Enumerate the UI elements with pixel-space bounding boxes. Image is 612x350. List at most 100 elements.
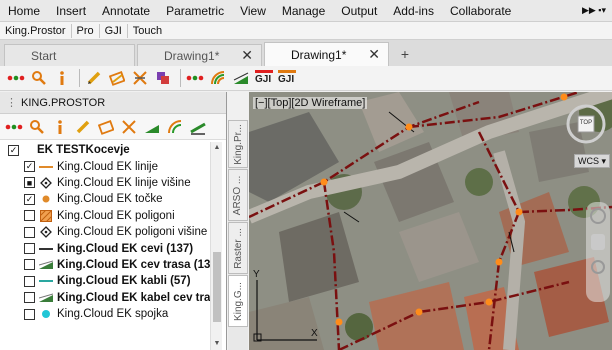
menu-annotate[interactable]: Annotate bbox=[94, 0, 158, 22]
scroll-down-icon[interactable]: ▼ bbox=[211, 338, 223, 350]
toolbar-tabs: King.Prostor Pro GJI Touch bbox=[0, 22, 612, 40]
layers-icon[interactable] bbox=[153, 68, 173, 88]
layer-label: King.Cloud EK cevi (137) bbox=[57, 242, 194, 255]
layer-item[interactable]: King.Cloud EK spojka bbox=[0, 306, 210, 322]
slope-icon[interactable] bbox=[142, 117, 162, 137]
zoom-icon[interactable] bbox=[591, 260, 605, 274]
polygon-icon bbox=[39, 209, 53, 222]
network-node bbox=[405, 123, 413, 131]
side-tab-arso[interactable]: ARSO ... bbox=[228, 169, 248, 221]
checkbox[interactable] bbox=[24, 308, 35, 320]
layer-dots-icon[interactable] bbox=[6, 68, 26, 88]
search-icon[interactable] bbox=[29, 68, 49, 88]
tab-drawing1[interactable]: Drawing1* ✕ bbox=[137, 44, 262, 66]
edit-icon[interactable] bbox=[96, 117, 116, 137]
toolbar-tab-gji[interactable]: GJI bbox=[100, 23, 128, 38]
viewcube[interactable]: TOP bbox=[564, 102, 608, 146]
document-tabs: Start Drawing1* ✕ Drawing1* ✕ + bbox=[0, 40, 612, 66]
network-node bbox=[335, 318, 343, 326]
route-icon bbox=[39, 259, 53, 271]
checkbox-checked[interactable]: ✓ bbox=[8, 144, 19, 156]
side-tab-king-pr[interactable]: King.Pr... bbox=[228, 120, 248, 168]
viewcube-top-label: TOP bbox=[579, 120, 593, 126]
checkbox-checked[interactable]: ✓ bbox=[24, 161, 35, 173]
info-icon[interactable] bbox=[50, 117, 70, 137]
slope-icon[interactable] bbox=[231, 68, 251, 88]
menu-collaborate[interactable]: Collaborate bbox=[442, 0, 519, 22]
layer-item[interactable]: King.Cloud EK kabli (57) bbox=[0, 273, 210, 289]
toolbar-tab-pro[interactable]: Pro bbox=[72, 23, 100, 38]
ribbon-overflow-button[interactable]: ▶▶ ▪▾ bbox=[576, 5, 612, 16]
layer-item[interactable]: ✓ King.Cloud EK točke bbox=[0, 191, 210, 207]
checkbox[interactable] bbox=[24, 259, 35, 271]
menu-parametric[interactable]: Parametric bbox=[158, 0, 232, 22]
signal-icon[interactable] bbox=[208, 68, 228, 88]
layer-item[interactable]: ✓ King.Cloud EK linije bbox=[0, 158, 210, 174]
toolbar-separator bbox=[79, 69, 80, 87]
layer-dots-icon[interactable] bbox=[4, 117, 24, 137]
drawing-viewport[interactable]: Y X [−][Top][2D Wireframe] TOP WCS ▾ bbox=[249, 92, 612, 350]
layer-label: King.Cloud EK poligoni bbox=[57, 209, 175, 222]
gji-icon[interactable]: GJI bbox=[254, 68, 274, 88]
checkbox[interactable] bbox=[24, 210, 35, 222]
gji-alt-icon[interactable]: GJI bbox=[277, 68, 297, 88]
scroll-thumb[interactable] bbox=[213, 252, 221, 322]
pencil-icon[interactable] bbox=[73, 117, 93, 137]
layer-item[interactable]: ■ King.Cloud EK linije višine bbox=[0, 175, 210, 191]
pencil-icon[interactable] bbox=[84, 68, 104, 88]
layer-item[interactable]: King.Cloud EK cevi (137) bbox=[0, 240, 210, 256]
layer-label: King.Cloud EK linije višine bbox=[57, 176, 191, 189]
checkbox[interactable] bbox=[24, 292, 35, 304]
tab-drawing1-active[interactable]: Drawing1* ✕ bbox=[264, 42, 389, 66]
toolbar-tab-king-prostor[interactable]: King.Prostor bbox=[0, 23, 72, 38]
tree-canopy bbox=[465, 168, 493, 196]
checkbox-partial[interactable]: ■ bbox=[24, 177, 35, 189]
close-icon[interactable]: ✕ bbox=[368, 46, 380, 63]
scroll-up-icon[interactable]: ▲ bbox=[211, 142, 223, 154]
tab-start[interactable]: Start bbox=[4, 44, 135, 66]
tab-label: Start bbox=[31, 48, 57, 63]
pan-icon[interactable] bbox=[591, 234, 605, 250]
menu-home[interactable]: Home bbox=[0, 0, 48, 22]
delete-icon[interactable] bbox=[119, 117, 139, 137]
checkbox[interactable] bbox=[24, 275, 35, 287]
layer-item[interactable]: King.Cloud EK kabel cev trasa bbox=[0, 290, 210, 306]
tree-scrollbar[interactable]: ▲ ▼ bbox=[210, 142, 222, 350]
menu-manage[interactable]: Manage bbox=[274, 0, 333, 22]
panel-header[interactable]: ⋮ KING.PROSTOR bbox=[0, 92, 226, 114]
layer-item[interactable]: King.Cloud EK poligoni bbox=[0, 208, 210, 224]
layer-label: King.Cloud EK kabli (57) bbox=[57, 275, 191, 288]
layer-item[interactable]: King.Cloud EK cev trasa (137 bbox=[0, 257, 210, 273]
signal-icon[interactable] bbox=[165, 117, 185, 137]
toolbar-tab-touch[interactable]: Touch bbox=[128, 24, 167, 38]
view-controls-label[interactable]: [−][Top][2D Wireframe] bbox=[253, 97, 368, 109]
line-icon bbox=[39, 161, 53, 173]
menu-insert[interactable]: Insert bbox=[48, 0, 94, 22]
gradient-icon[interactable] bbox=[188, 117, 208, 137]
steering-wheel-icon[interactable] bbox=[590, 208, 606, 224]
cable-icon bbox=[39, 275, 53, 287]
network-node bbox=[485, 298, 493, 306]
checkbox[interactable] bbox=[24, 243, 35, 255]
delete-icon[interactable] bbox=[130, 68, 150, 88]
menu-add-ins[interactable]: Add-ins bbox=[385, 0, 442, 22]
close-icon[interactable]: ✕ bbox=[241, 47, 253, 64]
svg-text:GJI: GJI bbox=[278, 74, 294, 85]
side-tab-raster[interactable]: Raster ... bbox=[228, 222, 248, 274]
tree-root[interactable]: ✓ EK TESTKocevje bbox=[0, 142, 210, 158]
menu-output[interactable]: Output bbox=[333, 0, 385, 22]
menu-view[interactable]: View bbox=[232, 0, 274, 22]
checkbox[interactable] bbox=[24, 226, 35, 238]
king-prostor-panel: ⋮ KING.PROSTOR ✓ EK TESTKocevje ✓ King.C… bbox=[0, 92, 227, 350]
edit-icon[interactable] bbox=[107, 68, 127, 88]
wcs-menu[interactable]: WCS ▾ bbox=[573, 154, 610, 168]
checkbox-checked[interactable]: ✓ bbox=[24, 193, 35, 205]
layer-item[interactable]: King.Cloud EK poligoni višine bbox=[0, 224, 210, 240]
add-tab-button[interactable]: + bbox=[395, 44, 415, 64]
grip-icon[interactable]: ⋮ bbox=[6, 96, 17, 109]
svg-text:Y: Y bbox=[253, 269, 260, 280]
search-icon[interactable] bbox=[27, 117, 47, 137]
dots-icon[interactable] bbox=[185, 68, 205, 88]
info-icon[interactable] bbox=[52, 68, 72, 88]
side-tab-king-g[interactable]: King.G... bbox=[228, 275, 248, 327]
